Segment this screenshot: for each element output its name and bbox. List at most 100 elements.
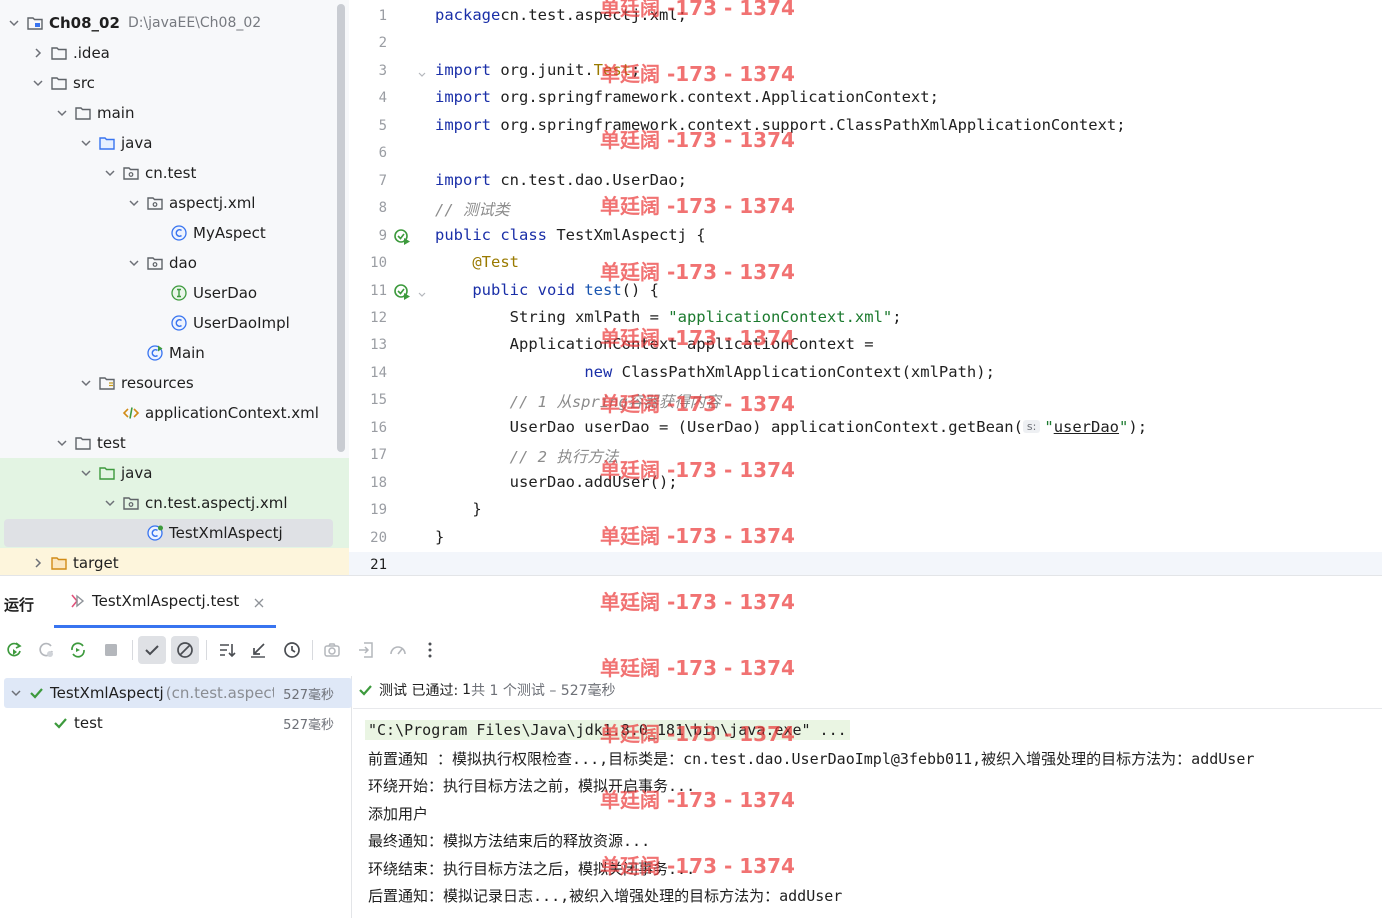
code-line[interactable]: 2 [349,30,1382,57]
tree-item-userdao[interactable]: UserDao [0,278,349,308]
code-line[interactable]: 13 ApplicationContext applicationContext… [349,332,1382,359]
chevron-down-icon[interactable] [78,465,94,481]
chevron-down-icon[interactable] [54,105,70,121]
code-text: } [435,528,444,546]
tree-item-main[interactable]: Main [0,338,349,368]
tree-item-aspectj-xml[interactable]: aspectj.xml [0,188,349,218]
code-line[interactable]: 8 // 测试类 [349,195,1382,222]
chevron-right-icon[interactable] [30,555,46,571]
coverage-icon[interactable] [384,636,412,664]
code-line[interactable]: 10 @Test [349,250,1382,277]
test-duration: 527毫秒 [283,687,334,703]
line-number: 20 [370,529,387,546]
code-line[interactable]: 16 UserDao userDao = (UserDao) applicati… [349,415,1382,442]
code-token: public void [472,280,575,299]
tree-item-testxmlaspectj[interactable]: TestXmlAspectj [0,518,349,548]
tree-item-dao[interactable]: dao [0,248,349,278]
test-row-test[interactable]: test 527毫秒 [4,708,352,738]
fold-icon[interactable] [417,286,427,297]
tree-item-userdaoimpl[interactable]: UserDaoImpl [0,308,349,338]
chevron-down-icon[interactable] [30,75,46,91]
code-text: // 2 执行方法 [435,445,619,467]
tree-item-ch08-02[interactable]: Ch08_02 D:\javaEE\Ch08_02 [0,8,349,38]
code-line[interactable]: 4 import org.springframework.context.Appl… [349,85,1382,112]
code-line[interactable]: 3 import org.junit.Test; [349,58,1382,85]
tree-item-java[interactable]: java [0,458,349,488]
tree-item-java[interactable]: java [0,128,349,158]
line-number: 10 [370,255,387,272]
code-line[interactable]: 5 import org.springframework.context.supp… [349,113,1382,140]
camera-icon[interactable] [318,636,346,664]
rerun-icon[interactable] [0,636,28,664]
chevron-down-icon[interactable] [78,135,94,151]
code-line[interactable]: 6 [349,140,1382,167]
code-line[interactable]: 12 String xmlPath = "applicationContext.… [349,305,1382,332]
show-ignored-icon[interactable] [171,636,199,664]
code-line[interactable]: 18 userDao.addUser(); [349,470,1382,497]
code-line[interactable]: 20} [349,525,1382,552]
test-status-line: 测试 已通过: 1 共 1 个测试 – 527毫秒 [357,679,616,701]
history-icon[interactable] [278,636,306,664]
rerun-failed-icon[interactable] [32,636,60,664]
line-number: 14 [370,364,387,381]
run-tab-testxmlaspectj[interactable]: TestXmlAspectj.test [54,576,276,628]
tree-item-applicationcontext-xml[interactable]: applicationContext.xml [0,398,349,428]
more-options-icon[interactable] [416,636,444,664]
code-text: import org.junit.Test; [435,61,640,79]
code-token: @Test [472,253,519,272]
tree-arrow-placeholder [126,345,142,361]
run-test-icon[interactable] [393,228,411,246]
code-text: new ClassPathXmlApplicationContext(xmlPa… [435,363,995,381]
code-line[interactable]: 21 [349,552,1382,575]
chevron-right-icon[interactable] [30,45,46,61]
code-line[interactable]: 1 packagecn.test.aspectj.xml; [349,3,1382,30]
run-test-icon[interactable] [393,283,411,301]
tree-item-src[interactable]: src [0,68,349,98]
tree-item-main[interactable]: main [0,98,349,128]
code-line[interactable]: 9 public class TestXmlAspectj { [349,223,1382,250]
tree-item-label: test [97,434,126,452]
code-token: " [1119,417,1129,436]
toolbar-separator [206,640,207,660]
code-token: public class [435,225,547,244]
code-line[interactable]: 11 public void test() { [349,278,1382,305]
show-passed-icon[interactable] [138,636,166,664]
close-icon[interactable] [253,595,265,607]
tree-item-cn-test-aspectj-xml[interactable]: cn.test.aspectj.xml [0,488,349,518]
rerun-auto-icon[interactable] [64,636,92,664]
chevron-down-icon[interactable] [8,685,24,701]
tree-item-myaspect[interactable]: MyAspect [0,218,349,248]
chevron-down-icon[interactable] [126,255,142,271]
stop-icon[interactable] [97,636,125,664]
tree-item-test[interactable]: test [0,428,349,458]
sort-icon[interactable] [213,636,241,664]
chevron-down-icon[interactable] [78,375,94,391]
code-line[interactable]: 7 import cn.test.dao.UserDao; [349,168,1382,195]
tree-item-cn-test[interactable]: cn.test [0,158,349,188]
chevron-down-icon[interactable] [6,15,22,31]
code-line[interactable]: 14 new ClassPathXmlApplicationContext(xm… [349,360,1382,387]
code-line[interactable]: 15 // 1 从spring容器获得内容 [349,387,1382,414]
fold-icon[interactable] [417,66,427,77]
tree-item-target[interactable]: target [0,548,349,575]
code-line[interactable]: 17 // 2 执行方法 [349,442,1382,469]
code-editor[interactable]: 1 packagecn.test.aspectj.xml; 2 3 import org… [349,0,1382,575]
tree-scrollbar[interactable] [337,4,345,452]
code-line[interactable]: 19 } [349,497,1382,524]
collapse-icon[interactable] [244,636,272,664]
import-icon[interactable] [352,636,380,664]
tree-item--idea[interactable]: .idea [0,38,349,68]
test-row-testxmlaspectj[interactable]: TestXmlAspectj (cn.test.aspectj.xml) 527… [4,678,352,708]
chevron-down-icon[interactable] [102,165,118,181]
chevron-down-icon[interactable] [54,435,70,451]
module-folder-icon [26,14,44,32]
console-output-line: 添加用户 [368,805,429,823]
tree-item-label: applicationContext.xml [145,404,319,422]
code-token: "applicationContext.xml" [668,307,893,326]
chevron-down-icon[interactable] [102,495,118,511]
tree-item-resources[interactable]: resources [0,368,349,398]
chevron-down-icon[interactable] [126,195,142,211]
console-output[interactable]: 测试 已通过: 1 共 1 个测试 – 527毫秒 "C:\Program Fi… [353,676,1382,918]
code-text: import org.springframework.context.suppo… [435,116,1126,134]
